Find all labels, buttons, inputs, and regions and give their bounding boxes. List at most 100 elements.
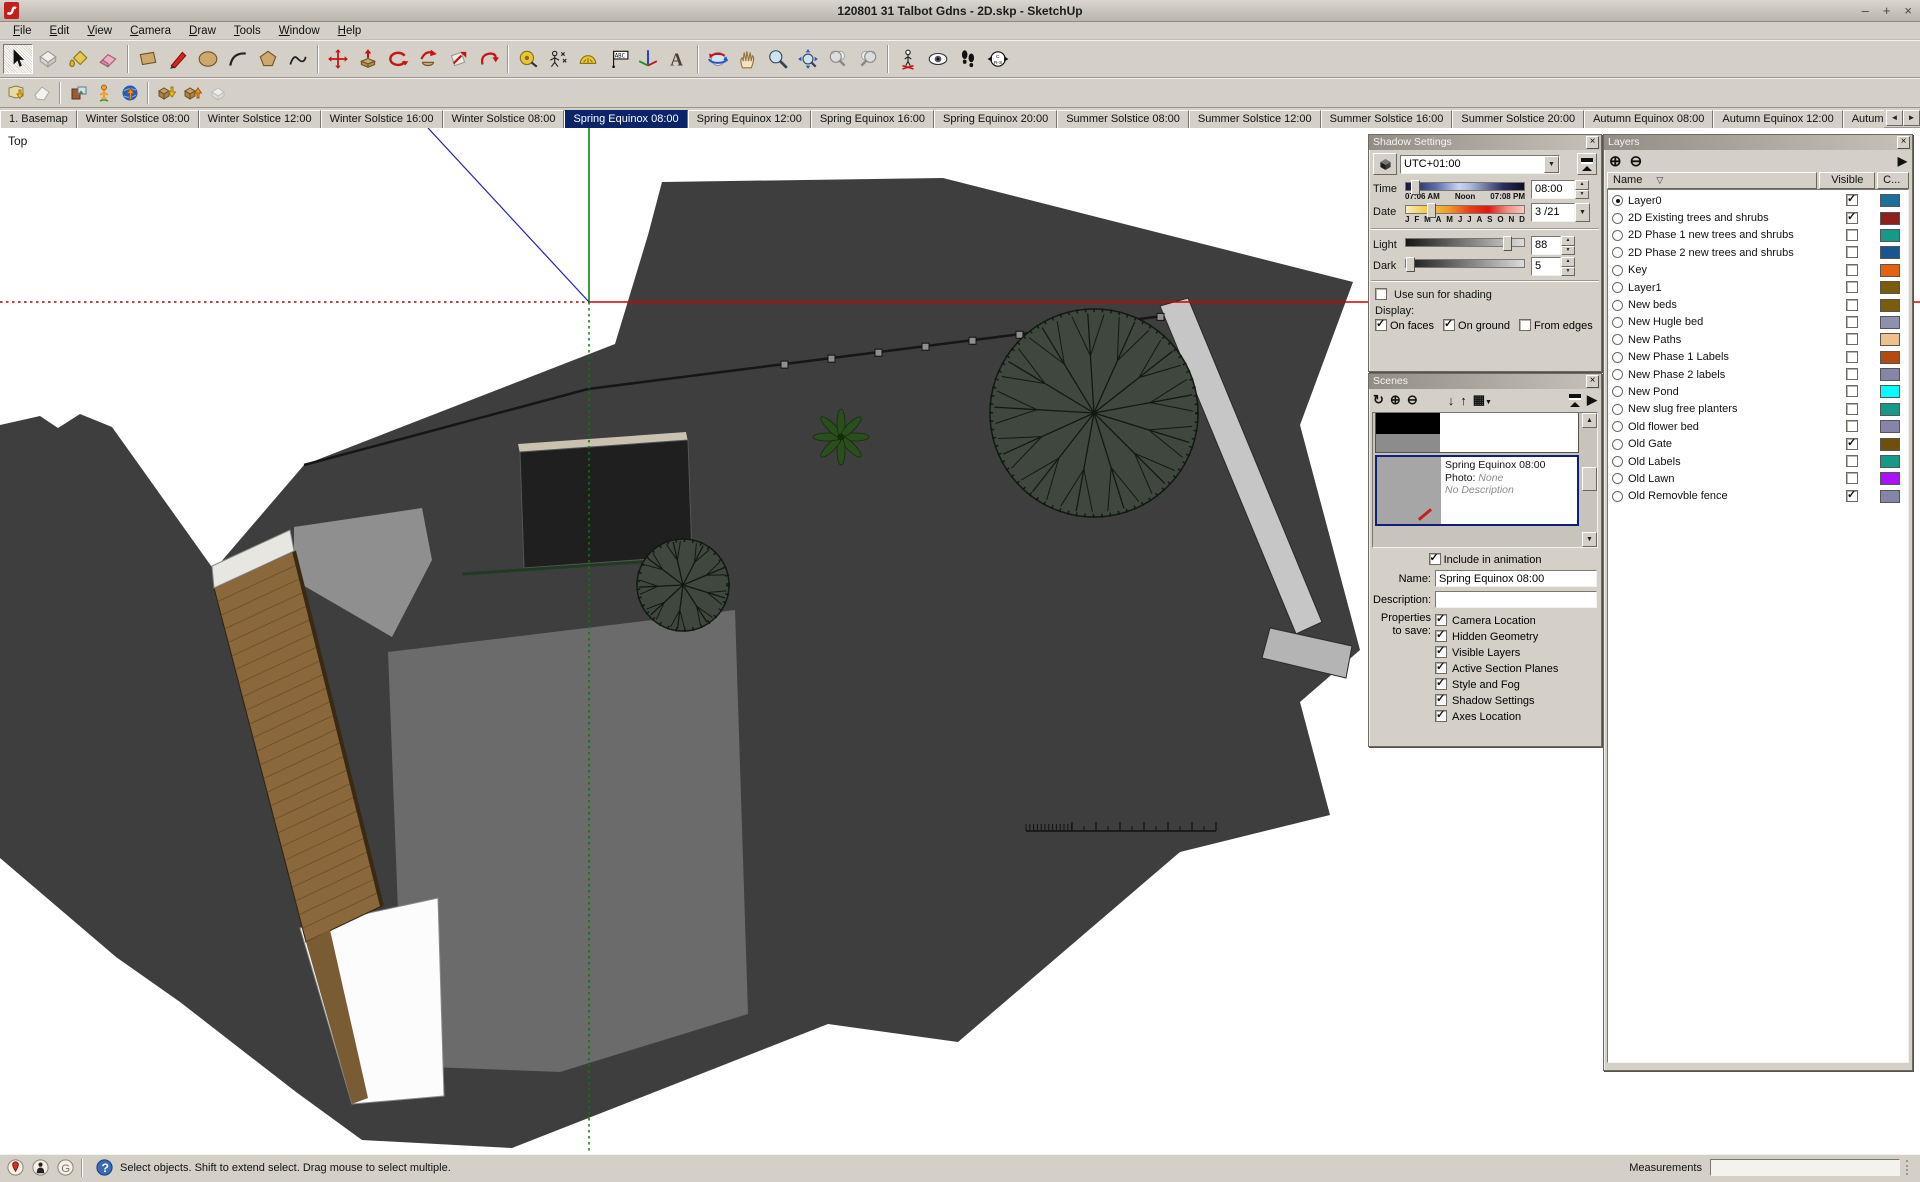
tool-paint-bucket[interactable] (63, 44, 93, 74)
date-value-field[interactable]: 3 /21 (1531, 203, 1575, 222)
tool-polygon[interactable] (253, 44, 283, 74)
add-scene-button[interactable]: ⊕ (1390, 392, 1401, 408)
move-scene-up-button[interactable]: ↑ (1460, 393, 1467, 408)
tool-toggle-terrain[interactable] (29, 80, 55, 106)
layer-radio[interactable] (1612, 456, 1623, 467)
minimize-button[interactable]: – (1862, 1, 1869, 21)
tool-photo-textures[interactable] (65, 80, 91, 106)
menu-edit[interactable]: Edit (41, 24, 79, 38)
layer-color-chip[interactable] (1880, 368, 1900, 381)
time-value-field[interactable]: 08:00 (1531, 180, 1575, 199)
layer-visible-checkbox[interactable] (1846, 385, 1858, 397)
scene-list-scrollbar[interactable]: ▲ ▼ (1582, 413, 1597, 547)
tool-circle[interactable] (193, 44, 223, 74)
claim-credit-icon[interactable] (56, 1158, 75, 1177)
menu-help[interactable]: Help (329, 24, 371, 38)
tool-move[interactable] (323, 44, 353, 74)
layer-visible-checkbox[interactable]: ✓ (1846, 212, 1858, 224)
tool-rectangle[interactable] (133, 44, 163, 74)
scene-tab[interactable]: Spring Equinox 16:00 (811, 110, 934, 128)
display-option-checkbox[interactable]: ✓ (1375, 319, 1387, 331)
layer-row[interactable]: Old Gate✓ (1608, 435, 1908, 452)
layer-visible-checkbox[interactable] (1846, 420, 1858, 432)
layer-color-chip[interactable] (1880, 333, 1900, 346)
scene-tab[interactable]: Winter Solstice 12:00 (199, 110, 321, 128)
scene-tab[interactable]: Winter Solstice 08:00 (77, 110, 199, 128)
scene-tab[interactable]: Autumn Equinox 16:00 (1843, 110, 1884, 128)
layer-color-chip[interactable] (1880, 246, 1900, 259)
layer-visible-checkbox[interactable] (1846, 368, 1858, 380)
date-dropdown-icon[interactable]: ▼ (1575, 203, 1590, 222)
tool-dimension[interactable] (543, 44, 573, 74)
tool-position-camera[interactable] (893, 44, 923, 74)
visible-column-header[interactable]: Visible (1819, 172, 1875, 189)
layer-visible-checkbox[interactable] (1846, 472, 1858, 484)
layer-row[interactable]: New Pond (1608, 383, 1908, 400)
move-scene-down-button[interactable]: ↓ (1448, 393, 1455, 408)
layer-color-chip[interactable] (1880, 229, 1900, 242)
layer-visible-checkbox[interactable] (1846, 264, 1858, 276)
tool-zoom-previous[interactable] (823, 44, 853, 74)
layer-radio[interactable] (1612, 386, 1623, 397)
light-value-field[interactable]: 88 (1531, 236, 1561, 255)
scene-name-input[interactable] (1435, 570, 1597, 587)
layer-row[interactable]: Old Lawn (1608, 470, 1908, 487)
layer-radio[interactable] (1612, 404, 1623, 415)
layer-radio[interactable] (1612, 439, 1623, 450)
geolocation-icon[interactable] (6, 1158, 25, 1177)
layer-visible-checkbox[interactable] (1846, 229, 1858, 241)
layer-visible-checkbox[interactable]: ✓ (1846, 490, 1858, 502)
menu-file[interactable]: File (4, 24, 41, 38)
scene-tab[interactable]: Autumn Equinox 08:00 (1584, 110, 1713, 128)
layer-radio[interactable] (1612, 230, 1623, 241)
layer-visible-checkbox[interactable] (1846, 333, 1858, 345)
tool-add-new-building[interactable] (91, 80, 117, 106)
tool-scale[interactable] (443, 44, 473, 74)
layer-row[interactable]: Old Removble fence✓ (1608, 488, 1908, 505)
layer-row[interactable]: New beds (1608, 296, 1908, 313)
property-checkbox[interactable]: ✓ (1435, 710, 1447, 722)
use-sun-checkbox[interactable] (1375, 288, 1387, 300)
tool-offset[interactable] (473, 44, 503, 74)
tabs-scroll-left-button[interactable]: ◄ (1886, 110, 1903, 126)
shadow-details-toggle-button[interactable] (1577, 153, 1597, 175)
tool-share-component[interactable] (205, 80, 231, 106)
layer-color-chip[interactable] (1880, 420, 1900, 433)
tool-text[interactable] (603, 44, 633, 74)
layer-color-chip[interactable] (1880, 299, 1900, 312)
layer-row[interactable]: 2D Phase 1 new trees and shrubs (1608, 227, 1908, 244)
tool-select[interactable] (3, 44, 33, 74)
scene-tab[interactable]: Summer Solstice 12:00 (1189, 110, 1321, 128)
tool-get-models[interactable] (153, 80, 179, 106)
measurements-input[interactable] (1710, 1159, 1900, 1176)
name-column-header[interactable]: Name▽ (1607, 172, 1817, 189)
property-checkbox[interactable]: ✓ (1435, 662, 1447, 674)
timezone-select[interactable]: UTC+01:00 ▼ (1400, 155, 1560, 174)
layer-row[interactable]: New Paths (1608, 331, 1908, 348)
scroll-down-icon[interactable]: ▼ (1582, 532, 1597, 547)
credits-icon[interactable] (31, 1158, 50, 1177)
tool-orbit[interactable] (703, 44, 733, 74)
layer-row[interactable]: Old flower bed (1608, 418, 1908, 435)
layer-row[interactable]: Layer1 (1608, 279, 1908, 296)
remove-scene-button[interactable]: ⊖ (1407, 392, 1418, 408)
layer-visible-checkbox[interactable] (1846, 281, 1858, 293)
tool-pan[interactable] (733, 44, 763, 74)
dark-slider-thumb[interactable] (1406, 257, 1415, 272)
layer-radio[interactable] (1612, 369, 1623, 380)
layer-radio[interactable] (1612, 352, 1623, 363)
layer-color-chip[interactable] (1880, 316, 1900, 329)
layer-visible-checkbox[interactable] (1846, 403, 1858, 415)
tool-look-around[interactable] (923, 44, 953, 74)
layer-radio[interactable] (1612, 213, 1623, 224)
remove-layer-button[interactable]: ⊖ (1630, 152, 1643, 170)
layer-radio[interactable] (1612, 300, 1623, 311)
scene-tab[interactable]: Summer Solstice 16:00 (1321, 110, 1453, 128)
layer-row[interactable]: 2D Existing trees and shrubs✓ (1608, 209, 1908, 226)
menu-tools[interactable]: Tools (225, 24, 270, 38)
layer-color-chip[interactable] (1880, 351, 1900, 364)
layer-color-chip[interactable] (1880, 194, 1900, 207)
layer-visible-checkbox[interactable] (1846, 351, 1858, 363)
time-slider-thumb[interactable] (1411, 180, 1420, 195)
layer-row[interactable]: New Phase 1 Labels (1608, 349, 1908, 366)
